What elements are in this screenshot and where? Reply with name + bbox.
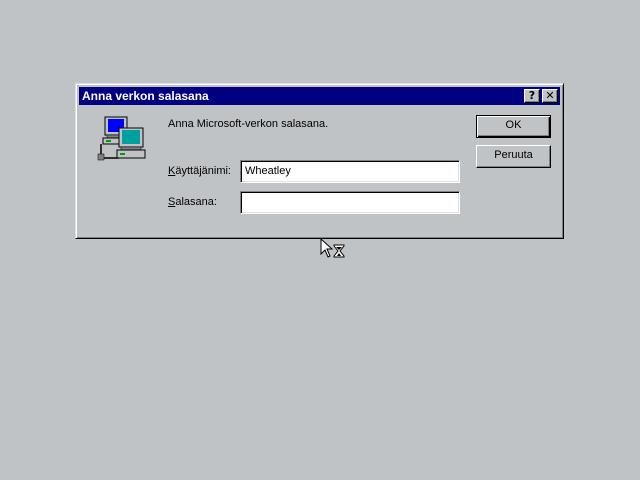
busy-arrow-hourglass-icon <box>320 238 345 258</box>
username-label: Käyttäjänimi: <box>168 165 231 177</box>
prompt-text: Anna Microsoft-verkon salasana. <box>168 118 329 130</box>
password-input[interactable] <box>240 191 460 214</box>
title-bar[interactable]: Anna verkon salasana ? ✕ <box>79 87 560 105</box>
dialog-title: Anna verkon salasana <box>82 89 209 103</box>
cancel-button[interactable]: Peruuta <box>476 145 551 168</box>
password-label-text: alasana: <box>175 196 217 208</box>
close-button[interactable]: ✕ <box>542 89 558 103</box>
ok-button[interactable]: OK <box>476 115 551 138</box>
username-label-text: äyttäjänimi: <box>175 165 231 177</box>
network-computers-icon <box>97 116 146 161</box>
password-label: Salasana: <box>168 196 217 208</box>
password-dialog: Anna verkon salasana ? ✕ Anna Microsoft-… <box>75 83 564 239</box>
username-input[interactable]: Wheatley <box>240 160 460 183</box>
help-button[interactable]: ? <box>524 89 540 103</box>
